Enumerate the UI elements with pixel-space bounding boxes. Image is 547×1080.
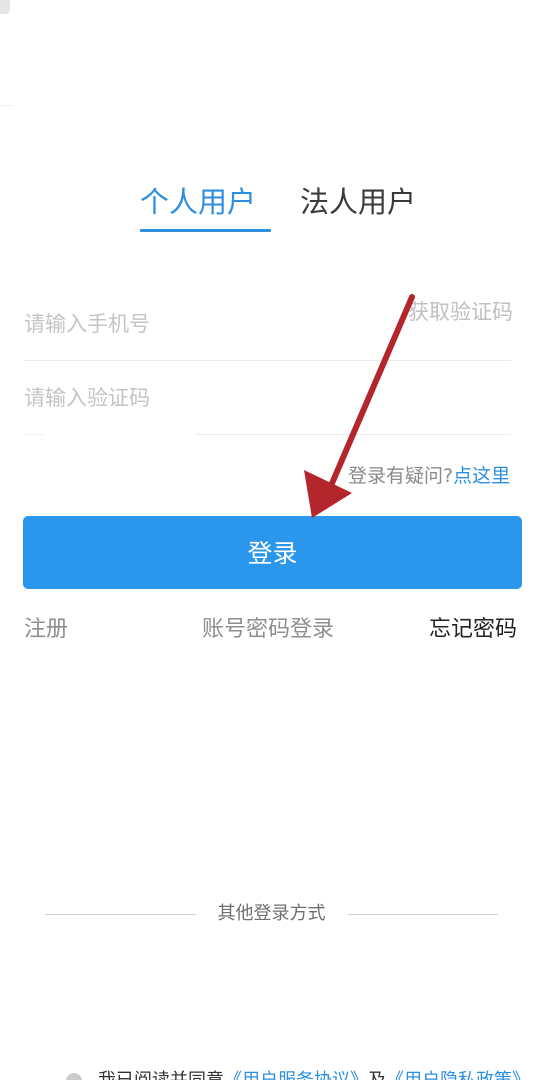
login-help-link[interactable]: 点这里 [453, 465, 510, 487]
phone-divider [24, 360, 511, 361]
tab-personal-user[interactable]: 个人用户 [140, 180, 256, 224]
tab-legal-user[interactable]: 法人用户 [300, 180, 416, 224]
register-link[interactable]: 注册 [24, 614, 68, 646]
agreement-checkbox[interactable] [66, 1073, 82, 1080]
code-divider [195, 434, 511, 435]
code-divider-start [24, 434, 44, 435]
other-login-divider-right [348, 914, 498, 915]
account-password-login-link[interactable]: 账号密码登录 [202, 614, 334, 646]
login-screen: 个人用户 法人用户 获取验证码 登录有疑问?点这里 登录 注册 账号密码登录 忘… [0, 0, 547, 1080]
agreement-prefix: 我已阅读并同意 [98, 1070, 224, 1080]
login-help-question: 登录有疑问? [348, 465, 454, 487]
agreement-and: 及 [368, 1070, 386, 1080]
status-corner [0, 0, 10, 14]
forgot-password-link[interactable]: 忘记密码 [429, 614, 517, 646]
header-divider [0, 105, 12, 106]
privacy-link[interactable]: 《用户隐私政策》 [386, 1070, 530, 1080]
login-help: 登录有疑问?点这里 [348, 462, 510, 490]
code-field [24, 376, 511, 426]
user-type-tabs: 个人用户 法人用户 [0, 180, 547, 232]
phone-input[interactable] [24, 302, 384, 346]
code-input[interactable] [24, 376, 384, 420]
active-tab-indicator [140, 229, 271, 232]
get-code-button[interactable]: 获取验证码 [408, 296, 513, 328]
agreement-text: 我已阅读并同意《用户服务协议》及《用户隐私政策》 [98, 1068, 530, 1080]
terms-link[interactable]: 《用户服务协议》 [224, 1070, 368, 1080]
login-button[interactable]: 登录 [23, 516, 522, 589]
